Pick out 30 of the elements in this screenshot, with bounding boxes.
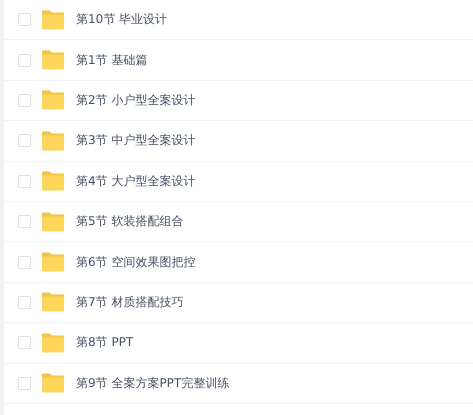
folder-icon [41, 332, 65, 353]
folder-name[interactable]: 第3节 中户型全案设计 [76, 132, 196, 150]
checkbox[interactable] [18, 296, 31, 309]
folder-name[interactable]: 第5节 软装搭配组合 [76, 213, 184, 230]
folder-name[interactable]: 第4节 大户型全案设计 [76, 172, 196, 190]
folder-icon [41, 130, 65, 151]
checkbox[interactable] [18, 94, 31, 107]
checkbox[interactable] [18, 13, 31, 26]
checkbox[interactable] [18, 54, 31, 67]
folder-icon [41, 171, 65, 192]
folder-icon [41, 252, 65, 272]
checkbox[interactable] [18, 174, 31, 188]
folder-icon [41, 292, 65, 312]
checkbox[interactable] [18, 256, 31, 269]
checkbox[interactable] [18, 134, 31, 148]
checkbox[interactable] [18, 376, 31, 390]
folder-name[interactable]: 第9节 全案方案PPT完整训练 [76, 374, 230, 392]
folder-icon [41, 373, 65, 394]
folder-icon [41, 90, 65, 110]
checkbox[interactable] [18, 336, 31, 350]
folder-name[interactable]: 第8节 PPT [76, 334, 134, 352]
folder-name[interactable]: 第7节 材质搭配技巧 [76, 294, 184, 311]
checkbox[interactable] [18, 215, 31, 228]
folder-icon [41, 212, 65, 232]
folder-icon [41, 50, 65, 70]
folder-name[interactable]: 第6节 空间效果图把控 [76, 254, 196, 271]
folder-name[interactable]: 第2节 小户型全案设计 [76, 92, 196, 109]
folder-icon [41, 10, 65, 30]
folder-name[interactable]: 第10节 毕业设计 [76, 11, 168, 28]
folder-name[interactable]: 第1节 基础篇 [76, 52, 148, 69]
